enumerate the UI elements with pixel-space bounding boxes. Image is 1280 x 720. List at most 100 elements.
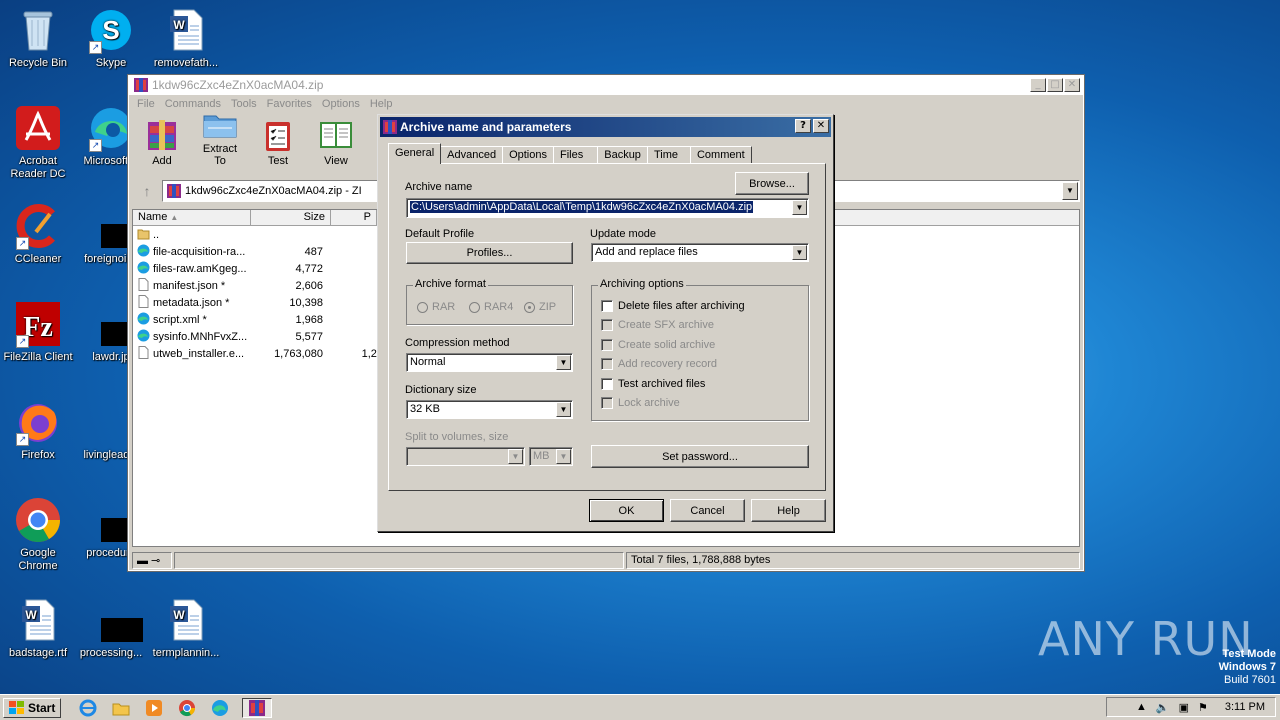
up-arrow-icon[interactable]: ↑ [132, 180, 162, 202]
format-rar-radio[interactable]: RAR [417, 301, 455, 313]
column-name[interactable]: Name ▲ [133, 210, 251, 225]
archive-format-group: Archive format RAR RAR4 ZIP [406, 278, 573, 325]
dialog-close-button[interactable]: ✕ [813, 119, 829, 133]
format-zip-radio[interactable]: ZIP [524, 301, 556, 313]
menu-bar: File Commands Tools Favorites Options He… [128, 95, 1084, 113]
taskbar-chrome-icon[interactable] [176, 698, 198, 718]
file-name: files-raw.amKgeg... [153, 262, 247, 275]
taskbar-winrar-icon[interactable] [242, 697, 273, 718]
dictionary-size-select[interactable]: 32 KB ▼ [406, 400, 573, 419]
maximize-button[interactable]: □ [1047, 78, 1063, 92]
add-button[interactable]: Add [140, 118, 184, 167]
desktop-icon-recycle-bin[interactable]: Recycle Bin [0, 6, 76, 70]
desktop-icon-processing[interactable]: processing... [73, 596, 149, 660]
help-button[interactable]: Help [751, 499, 826, 522]
acrobat-icon [14, 104, 62, 152]
folder-up-icon [137, 227, 150, 243]
desktop-icon-firefox[interactable]: ↗ Firefox [0, 398, 76, 462]
update-mode-dropdown[interactable]: ▼ [792, 245, 807, 260]
taskbar-edge-icon[interactable] [209, 698, 231, 718]
window-title: 1kdw96cZxc4eZnX0acMA04.zip [152, 78, 324, 92]
browse-button[interactable]: Browse... [735, 172, 809, 195]
test-button[interactable]: Test [256, 118, 300, 167]
dialog-help-button[interactable]: ? [795, 119, 811, 133]
file-name: utweb_installer.e... [153, 347, 245, 360]
tab-time[interactable]: Time [646, 146, 691, 164]
shortcut-arrow-icon: ↗ [89, 139, 102, 152]
menu-help[interactable]: Help [365, 98, 398, 110]
add-archive-icon [144, 118, 180, 152]
desktop-icon-acrobat[interactable]: Acrobat Reader DC [0, 104, 76, 181]
tab-backup[interactable]: Backup [597, 146, 648, 164]
tray-expand-icon[interactable]: ▲ [1136, 701, 1147, 713]
menu-favorites[interactable]: Favorites [262, 98, 317, 110]
file-size: 2,606 [295, 279, 323, 292]
split-unit-dropdown[interactable]: ▼ [556, 449, 571, 464]
split-size-dropdown[interactable]: ▼ [508, 449, 523, 464]
update-mode-select[interactable]: Add and replace files ▼ [591, 243, 809, 262]
checkbox-box [601, 397, 613, 409]
column-size[interactable]: Size [251, 210, 331, 225]
tab-general[interactable]: General [388, 143, 442, 164]
desktop-icon-termplannin[interactable]: W termplannin... [148, 596, 224, 660]
set-password-button[interactable]: Set password... [591, 445, 809, 468]
word-doc-icon: W [14, 596, 62, 644]
ok-button[interactable]: OK [589, 499, 664, 522]
edge-file-icon [137, 261, 150, 277]
archive-name-input[interactable]: C:\Users\admin\AppData\Local\Temp\1kdw96… [406, 198, 809, 218]
taskbar-media-player-icon[interactable] [143, 698, 165, 718]
action-center-icon[interactable]: ⚑ [1198, 701, 1208, 714]
taskbar-explorer-icon[interactable] [110, 698, 132, 718]
create-solid-checkbox[interactable]: Create solid archive [601, 339, 715, 351]
profiles-button[interactable]: Profiles... [406, 242, 573, 264]
tab-options[interactable]: Options [502, 146, 554, 164]
split-size-input[interactable]: ▼ [406, 447, 525, 466]
radio-circle [417, 301, 428, 313]
menu-file[interactable]: File [132, 98, 160, 110]
desktop-icon-removefath[interactable]: W removefath... [148, 6, 224, 70]
test-archived-files-checkbox[interactable]: Test archived files [601, 378, 705, 390]
desktop-icon-ccleaner[interactable]: ↗ CCleaner [0, 202, 76, 266]
dictionary-dropdown[interactable]: ▼ [556, 402, 571, 417]
desktop-icon-badstage[interactable]: W badstage.rtf [0, 596, 76, 660]
column-packed[interactable]: P [331, 210, 377, 225]
shortcut-arrow-icon: ↗ [16, 335, 29, 348]
lock-archive-checkbox[interactable]: Lock archive [601, 397, 680, 409]
delete-after-archiving-checkbox[interactable]: Delete files after archiving [601, 300, 745, 312]
doc-file-icon [137, 294, 150, 311]
archive-name-dropdown[interactable]: ▼ [792, 200, 807, 215]
desktop-icon-chrome[interactable]: Google Chrome [0, 496, 76, 573]
checkbox-box [601, 378, 613, 390]
extract-to-button[interactable]: Extract To [198, 106, 242, 167]
menu-options[interactable]: Options [317, 98, 365, 110]
tab-files[interactable]: Files [553, 146, 599, 164]
start-button[interactable]: Start [3, 697, 62, 718]
dialog-titlebar[interactable]: Archive name and parameters ? ✕ [380, 117, 831, 137]
split-unit-select[interactable]: MB ▼ [529, 447, 573, 466]
compression-method-select[interactable]: Normal ▼ [406, 353, 573, 372]
add-recovery-record-checkbox[interactable]: Add recovery record [601, 358, 717, 370]
desktop-icon-filezilla[interactable]: Fz ↗ FileZilla Client [0, 300, 76, 364]
close-button[interactable]: ✕ [1064, 78, 1080, 92]
volume-icon[interactable]: 🔈 [1156, 701, 1170, 714]
create-sfx-checkbox[interactable]: Create SFX archive [601, 319, 714, 331]
clock[interactable]: 3:11 PM [1225, 701, 1265, 713]
compression-dropdown[interactable]: ▼ [556, 355, 571, 370]
desktop-icon-skype[interactable]: S ↗ Skype [73, 6, 149, 70]
taskbar-ie-icon[interactable] [77, 698, 99, 718]
dialog-title: Archive name and parameters [400, 120, 572, 134]
window-titlebar[interactable]: 1kdw96cZxc4eZnX0acMA04.zip _ □ ✕ [128, 75, 1084, 95]
address-dropdown-button[interactable]: ▼ [1062, 182, 1078, 200]
word-doc-icon: W [162, 596, 210, 644]
cancel-button[interactable]: Cancel [670, 499, 745, 522]
checkbox-box [601, 339, 613, 351]
tab-comment[interactable]: Comment [689, 146, 752, 164]
minimize-button[interactable]: _ [1030, 78, 1046, 92]
shortcut-arrow-icon: ↗ [16, 237, 29, 250]
format-rar4-radio[interactable]: RAR4 [469, 301, 513, 313]
tab-advanced[interactable]: Advanced [440, 146, 504, 164]
network-icon[interactable]: ▣ [1179, 701, 1189, 714]
view-button[interactable]: View [314, 118, 358, 167]
recycle-bin-icon [14, 6, 62, 54]
taskbar: Start ▲ 🔈 ▣ ⚑ 3:11 PM [0, 694, 1280, 720]
